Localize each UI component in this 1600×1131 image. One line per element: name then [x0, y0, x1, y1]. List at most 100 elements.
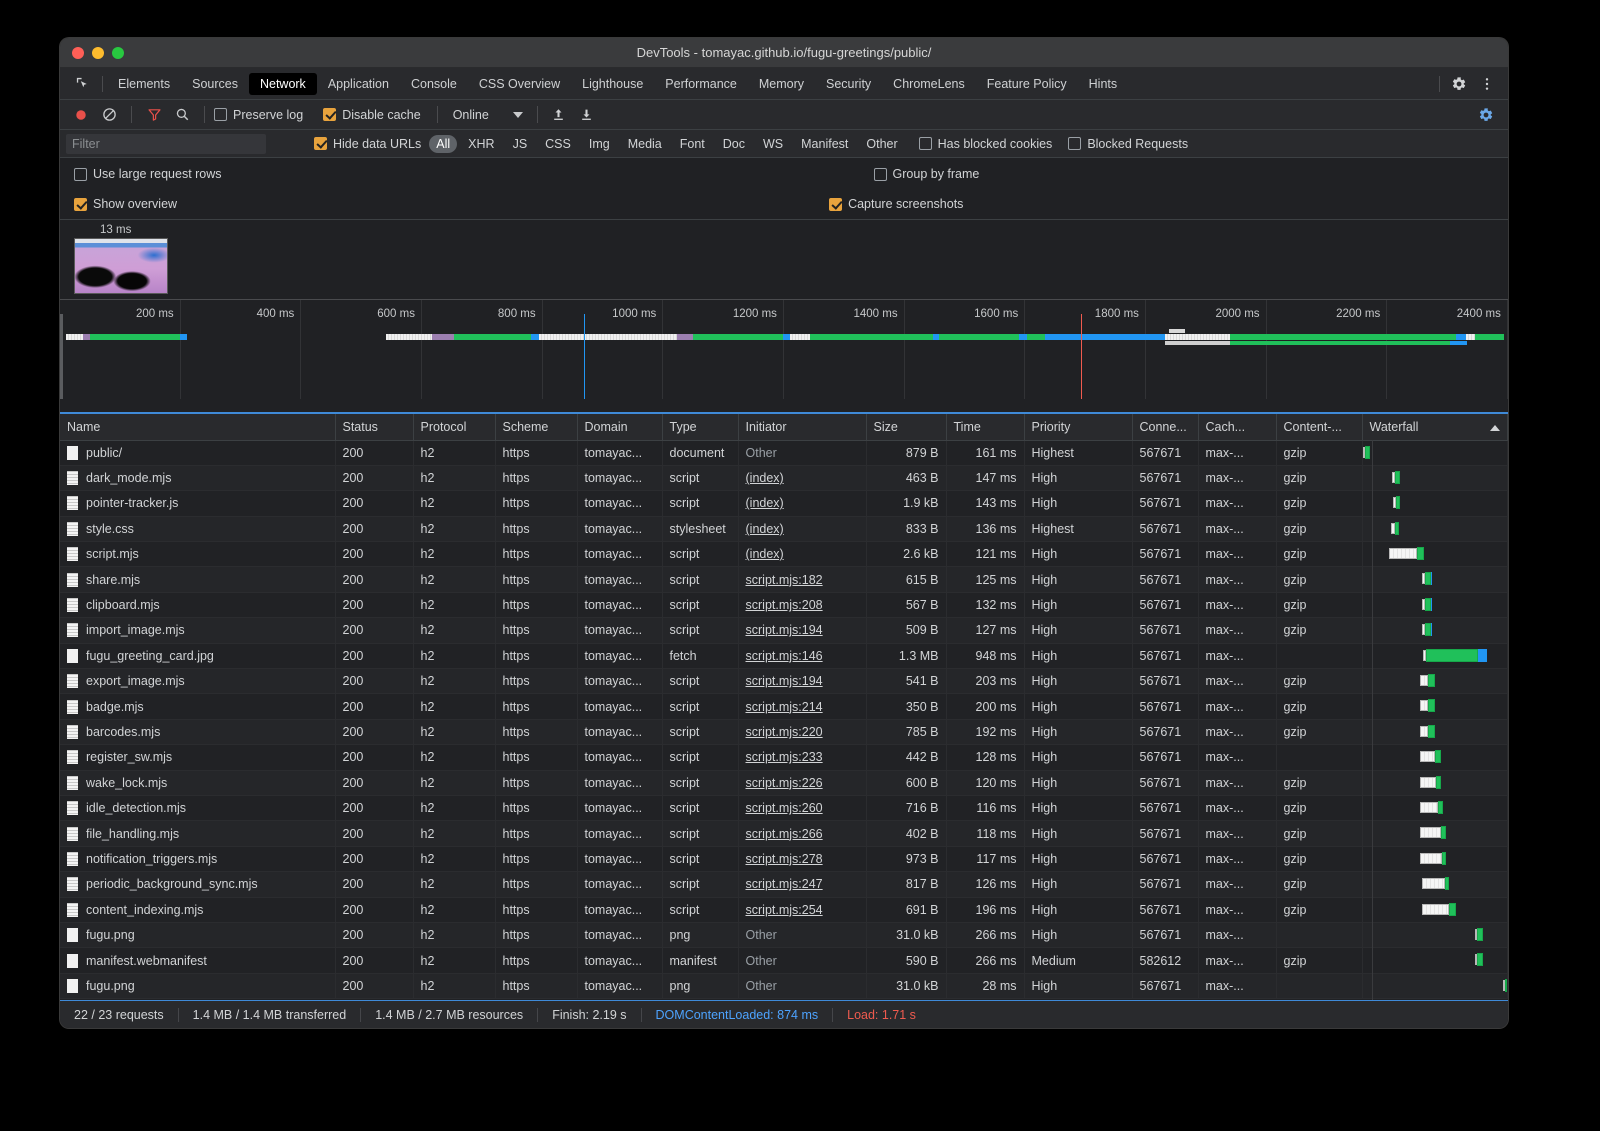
- cell-waterfall[interactable]: [1362, 846, 1508, 871]
- cell-name[interactable]: idle_detection.mjs: [60, 795, 335, 820]
- tab-hints[interactable]: Hints: [1078, 73, 1128, 95]
- cell-name[interactable]: content_indexing.mjs: [60, 897, 335, 922]
- group-by-frame-checkbox[interactable]: Group by frame: [874, 167, 980, 181]
- cell-initiator[interactable]: script.mjs:146: [738, 643, 866, 668]
- cell-waterfall[interactable]: [1362, 542, 1508, 567]
- type-filter-css[interactable]: CSS: [538, 135, 578, 153]
- initiator-link[interactable]: script.mjs:266: [746, 827, 823, 841]
- type-filter-doc[interactable]: Doc: [716, 135, 752, 153]
- table-row[interactable]: file_handling.mjs200h2httpstomayac...scr…: [60, 821, 1508, 846]
- type-filter-manifest[interactable]: Manifest: [794, 135, 855, 153]
- devtools-settings-button[interactable]: [1446, 72, 1472, 96]
- use-large-request-rows-checkbox[interactable]: Use large request rows: [74, 167, 222, 181]
- initiator-link[interactable]: (index): [746, 522, 784, 536]
- type-filter-img[interactable]: Img: [582, 135, 617, 153]
- table-row[interactable]: export_image.mjs200h2httpstomayac...scri…: [60, 669, 1508, 694]
- column-header-scheme[interactable]: Scheme: [495, 414, 577, 440]
- cell-initiator[interactable]: script.mjs:226: [738, 770, 866, 795]
- table-row[interactable]: clipboard.mjs200h2httpstomayac...scripts…: [60, 592, 1508, 617]
- cell-waterfall[interactable]: [1362, 821, 1508, 846]
- tab-security[interactable]: Security: [815, 73, 882, 95]
- cell-name[interactable]: share.mjs: [60, 567, 335, 592]
- cell-waterfall[interactable]: [1362, 795, 1508, 820]
- cell-waterfall[interactable]: [1362, 872, 1508, 897]
- table-row[interactable]: share.mjs200h2httpstomayac...scriptscrip…: [60, 567, 1508, 592]
- tab-memory[interactable]: Memory: [748, 73, 815, 95]
- cell-initiator[interactable]: script.mjs:208: [738, 592, 866, 617]
- cell-name[interactable]: wake_lock.mjs: [60, 770, 335, 795]
- column-header-size[interactable]: Size: [866, 414, 946, 440]
- cell-name[interactable]: import_image.mjs: [60, 618, 335, 643]
- cell-name[interactable]: style.css: [60, 516, 335, 541]
- tab-feature-policy[interactable]: Feature Policy: [976, 73, 1078, 95]
- initiator-link[interactable]: script.mjs:214: [746, 700, 823, 714]
- table-row[interactable]: dark_mode.mjs200h2httpstomayac...script(…: [60, 465, 1508, 490]
- cell-initiator[interactable]: script.mjs:260: [738, 795, 866, 820]
- tab-css-overview[interactable]: CSS Overview: [468, 73, 571, 95]
- preserve-log-checkbox[interactable]: Preserve log: [214, 108, 303, 122]
- initiator-link[interactable]: script.mjs:146: [746, 649, 823, 663]
- column-header-type[interactable]: Type: [662, 414, 738, 440]
- table-row[interactable]: barcodes.mjs200h2httpstomayac...scriptsc…: [60, 719, 1508, 744]
- initiator-link[interactable]: script.mjs:226: [746, 776, 823, 790]
- column-header-priority[interactable]: Priority: [1024, 414, 1132, 440]
- cell-waterfall[interactable]: [1362, 592, 1508, 617]
- cell-name[interactable]: file_handling.mjs: [60, 821, 335, 846]
- table-row[interactable]: badge.mjs200h2httpstomayac...scriptscrip…: [60, 694, 1508, 719]
- cell-initiator[interactable]: script.mjs:233: [738, 745, 866, 770]
- tab-chromelens[interactable]: ChromeLens: [882, 73, 976, 95]
- cell-waterfall[interactable]: [1362, 440, 1508, 465]
- type-filter-all[interactable]: All: [429, 135, 457, 153]
- type-filter-other[interactable]: Other: [859, 135, 904, 153]
- initiator-link[interactable]: script.mjs:278: [746, 852, 823, 866]
- tab-elements[interactable]: Elements: [107, 73, 181, 95]
- cell-waterfall[interactable]: [1362, 491, 1508, 516]
- network-requests-panel[interactable]: Name Status Protocol Scheme Domain Type …: [60, 412, 1508, 1000]
- cell-initiator[interactable]: script.mjs:254: [738, 897, 866, 922]
- cell-waterfall[interactable]: [1362, 643, 1508, 668]
- table-row[interactable]: fugu_greeting_card.jpg200h2httpstomayac.…: [60, 643, 1508, 668]
- type-filter-ws[interactable]: WS: [756, 135, 790, 153]
- cell-waterfall[interactable]: [1362, 897, 1508, 922]
- column-header-domain[interactable]: Domain: [577, 414, 662, 440]
- cell-initiator[interactable]: script.mjs:214: [738, 694, 866, 719]
- cell-waterfall[interactable]: [1362, 719, 1508, 744]
- type-filter-font[interactable]: Font: [673, 135, 712, 153]
- cell-waterfall[interactable]: [1362, 948, 1508, 973]
- column-header-name[interactable]: Name: [60, 414, 335, 440]
- tab-application[interactable]: Application: [317, 73, 400, 95]
- cell-name[interactable]: periodic_background_sync.mjs: [60, 872, 335, 897]
- cell-initiator[interactable]: (index): [738, 516, 866, 541]
- capture-screenshots-checkbox[interactable]: Capture screenshots: [829, 197, 963, 211]
- cell-name[interactable]: fugu_greeting_card.jpg: [60, 643, 335, 668]
- column-header-waterfall[interactable]: Waterfall: [1362, 414, 1508, 440]
- cell-waterfall[interactable]: [1362, 516, 1508, 541]
- disable-cache-checkbox[interactable]: Disable cache: [323, 108, 421, 122]
- cell-name[interactable]: dark_mode.mjs: [60, 465, 335, 490]
- minimize-window-button[interactable]: [92, 47, 104, 59]
- table-row[interactable]: script.mjs200h2httpstomayac...script(ind…: [60, 542, 1508, 567]
- cell-name[interactable]: fugu.png: [60, 922, 335, 947]
- table-row[interactable]: content_indexing.mjs200h2httpstomayac...…: [60, 897, 1508, 922]
- column-header-time[interactable]: Time: [946, 414, 1024, 440]
- toggle-filter-button[interactable]: [141, 103, 167, 127]
- hide-data-urls-checkbox[interactable]: Hide data URLs: [314, 137, 421, 151]
- cell-waterfall[interactable]: [1362, 745, 1508, 770]
- initiator-link[interactable]: script.mjs:233: [746, 750, 823, 764]
- tab-network[interactable]: Network: [249, 73, 317, 95]
- overview-left-handle[interactable]: [60, 314, 63, 399]
- throttling-select[interactable]: Online: [447, 108, 495, 122]
- initiator-link[interactable]: script.mjs:247: [746, 877, 823, 891]
- cell-initiator[interactable]: script.mjs:278: [738, 846, 866, 871]
- cell-initiator[interactable]: script.mjs:182: [738, 567, 866, 592]
- cell-waterfall[interactable]: [1362, 618, 1508, 643]
- table-row[interactable]: periodic_background_sync.mjs200h2httpsto…: [60, 872, 1508, 897]
- table-row[interactable]: idle_detection.mjs200h2httpstomayac...sc…: [60, 795, 1508, 820]
- cell-initiator[interactable]: script.mjs:266: [738, 821, 866, 846]
- cell-name[interactable]: pointer-tracker.js: [60, 491, 335, 516]
- initiator-link[interactable]: (index): [746, 496, 784, 510]
- tab-console[interactable]: Console: [400, 73, 468, 95]
- table-row[interactable]: manifest.webmanifest200h2httpstomayac...…: [60, 948, 1508, 973]
- cell-initiator[interactable]: script.mjs:220: [738, 719, 866, 744]
- table-row[interactable]: notification_triggers.mjs200h2httpstomay…: [60, 846, 1508, 871]
